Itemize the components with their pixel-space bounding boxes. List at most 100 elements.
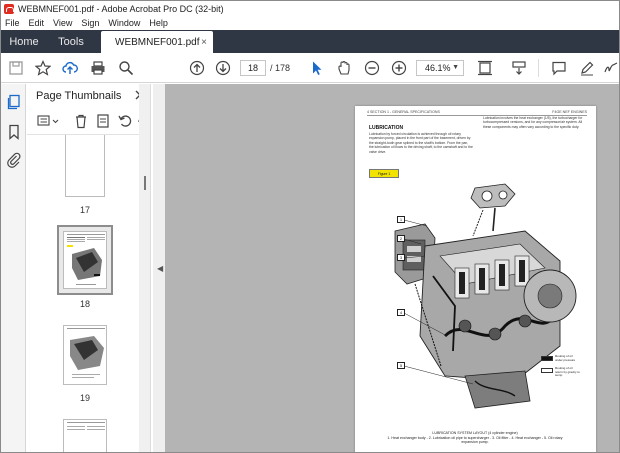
pages-icon — [7, 94, 20, 110]
engine-lubrication-diagram — [394, 183, 577, 409]
rotate-counterclockwise-button[interactable] — [117, 113, 133, 129]
menu-help[interactable]: Help — [145, 18, 173, 28]
figure-caption: LUBRICATION SYSTEM LAYOUT (4 cylinder en… — [385, 431, 565, 445]
thumbnail-page[interactable] — [63, 231, 107, 289]
scroll-mode-button[interactable] — [509, 58, 529, 78]
trash-icon — [76, 114, 86, 129]
menu-view[interactable]: View — [49, 18, 77, 28]
plus-circle-icon — [391, 60, 407, 76]
minus-circle-icon — [364, 60, 380, 76]
thumbnail-page[interactable] — [63, 325, 107, 385]
pdf-page: 4 SECTION 1 - GENERAL SPECIFICATIONS F4G… — [355, 106, 596, 452]
cursor-arrow-icon — [313, 61, 322, 75]
chevron-down-icon: ▼ — [452, 64, 459, 71]
zoom-in-button[interactable] — [389, 58, 409, 78]
scrollbar-thumb[interactable] — [144, 176, 146, 190]
upload-cloud-button[interactable] — [60, 58, 80, 78]
bookmark-star-button[interactable] — [33, 58, 53, 78]
tab-document-label: WEBMNEF001.pdf — [115, 36, 200, 48]
attachments-rail-button[interactable] — [6, 152, 22, 168]
sign-button[interactable] — [601, 58, 619, 78]
main-toolbar: 18 / 178 46.1% ▼ — [1, 53, 619, 83]
zoom-out-button[interactable] — [362, 58, 382, 78]
zoom-level-select[interactable]: 46.1% ▼ — [416, 60, 464, 76]
callout-label: 1 — [397, 216, 405, 223]
section-heading: LUBRICATION — [369, 125, 404, 131]
navigation-rail — [1, 84, 26, 452]
legend-swatch-pressure — [541, 356, 553, 361]
thumbnail-list: 17 18 19 — [27, 134, 151, 452]
legend-text-pressure: Routing of oil under pressure — [555, 354, 576, 362]
panel-title: Page Thumbnails — [36, 90, 122, 102]
menu-bar: File Edit View Sign Window Help — [1, 16, 619, 30]
thumbnail-selected-frame[interactable] — [57, 225, 113, 295]
find-button[interactable] — [116, 58, 136, 78]
document-miniature — [67, 422, 105, 430]
printer-icon — [91, 61, 105, 75]
acrobat-window: WEBMNEF001.pdf - Adobe Acrobat Pro DC (3… — [0, 0, 620, 453]
save-button[interactable] — [6, 58, 26, 78]
insert-page-icon — [97, 114, 109, 128]
cloud-upload-icon — [62, 61, 78, 74]
menu-file[interactable]: File — [1, 18, 25, 28]
tab-home[interactable]: Home — [1, 30, 47, 53]
arrow-up-circle-icon — [189, 60, 205, 76]
document-view[interactable]: 4 SECTION 1 - GENERAL SPECIFICATIONS F4G… — [165, 84, 619, 452]
hand-icon — [338, 60, 350, 75]
comment-button[interactable] — [549, 58, 569, 78]
thumbnail-page[interactable] — [63, 419, 107, 452]
legend-text-gravity: Routing of oil return by gravity to sump — [555, 366, 580, 378]
comment-icon — [552, 61, 566, 76]
page-header-right: F4GE NEF ENGINES — [552, 110, 587, 114]
thumbnail-options-button[interactable] — [37, 114, 61, 128]
page-thumbnails-panel: Page Thumbnails 17 18 19 — [27, 84, 151, 452]
collapse-panel-icon[interactable]: ◀ — [157, 264, 163, 273]
engine-diagram-miniature — [67, 234, 105, 285]
tab-bar: Home Tools WEBMNEF001.pdf × — [1, 30, 619, 53]
callout-label: 4 — [397, 309, 405, 316]
menu-edit[interactable]: Edit — [25, 18, 50, 28]
title-bar: WEBMNEF001.pdf - Adobe Acrobat Pro DC (3… — [1, 1, 619, 16]
thumbnail-page[interactable] — [65, 135, 105, 197]
toolbar-separator — [538, 59, 539, 77]
page-total-label: / 178 — [270, 63, 291, 73]
acrobat-logo-icon — [4, 3, 14, 14]
bookmarks-rail-button[interactable] — [6, 124, 22, 140]
save-icon — [9, 61, 23, 75]
hand-tool-button[interactable] — [334, 58, 354, 78]
callout-label: 2 — [397, 235, 405, 242]
thumbnail-label: 17 — [79, 205, 90, 215]
page-thumbnails-rail-button[interactable] — [6, 94, 22, 110]
thumbnail-toolbar — [27, 109, 151, 133]
text-column-right: Lubrication involves the heat exchanger … — [483, 116, 583, 129]
page-number-input[interactable]: 18 — [240, 60, 266, 76]
page-display-button[interactable] — [475, 58, 495, 78]
next-page-button[interactable] — [213, 58, 233, 78]
tab-tools[interactable]: Tools — [47, 30, 95, 53]
panel-splitter[interactable]: ◀ — [153, 84, 165, 452]
page-header-left: 4 SECTION 1 - GENERAL SPECIFICATIONS — [367, 110, 440, 114]
scroll-mode-icon — [512, 61, 526, 75]
signature-icon — [604, 62, 618, 73]
fit-page-icon — [478, 60, 492, 76]
callout-label: 5 — [397, 362, 405, 369]
menu-window[interactable]: Window — [104, 18, 145, 28]
search-icon — [119, 61, 134, 76]
tab-close-icon[interactable]: × — [201, 37, 207, 48]
thumbnail-scrollbar[interactable] — [139, 84, 151, 452]
list-options-icon — [37, 115, 59, 126]
print-button[interactable] — [88, 58, 108, 78]
tab-document[interactable]: WEBMNEF001.pdf × — [101, 31, 213, 53]
menu-sign[interactable]: Sign — [77, 18, 104, 28]
select-tool-button[interactable] — [307, 58, 327, 78]
bookmark-icon — [9, 124, 19, 140]
text-column-left: Lubrication by forced circulation is ach… — [369, 132, 473, 154]
previous-page-button[interactable] — [187, 58, 207, 78]
thumbnail-label: 18 — [79, 299, 90, 309]
callout-label: 3 — [397, 254, 405, 261]
rotate-left-icon — [118, 115, 132, 127]
window-title: WEBMNEF001.pdf - Adobe Acrobat Pro DC (3… — [18, 3, 224, 14]
highlight-button[interactable] — [577, 58, 597, 78]
delete-pages-button[interactable] — [73, 113, 89, 129]
insert-pages-button[interactable] — [95, 113, 111, 129]
